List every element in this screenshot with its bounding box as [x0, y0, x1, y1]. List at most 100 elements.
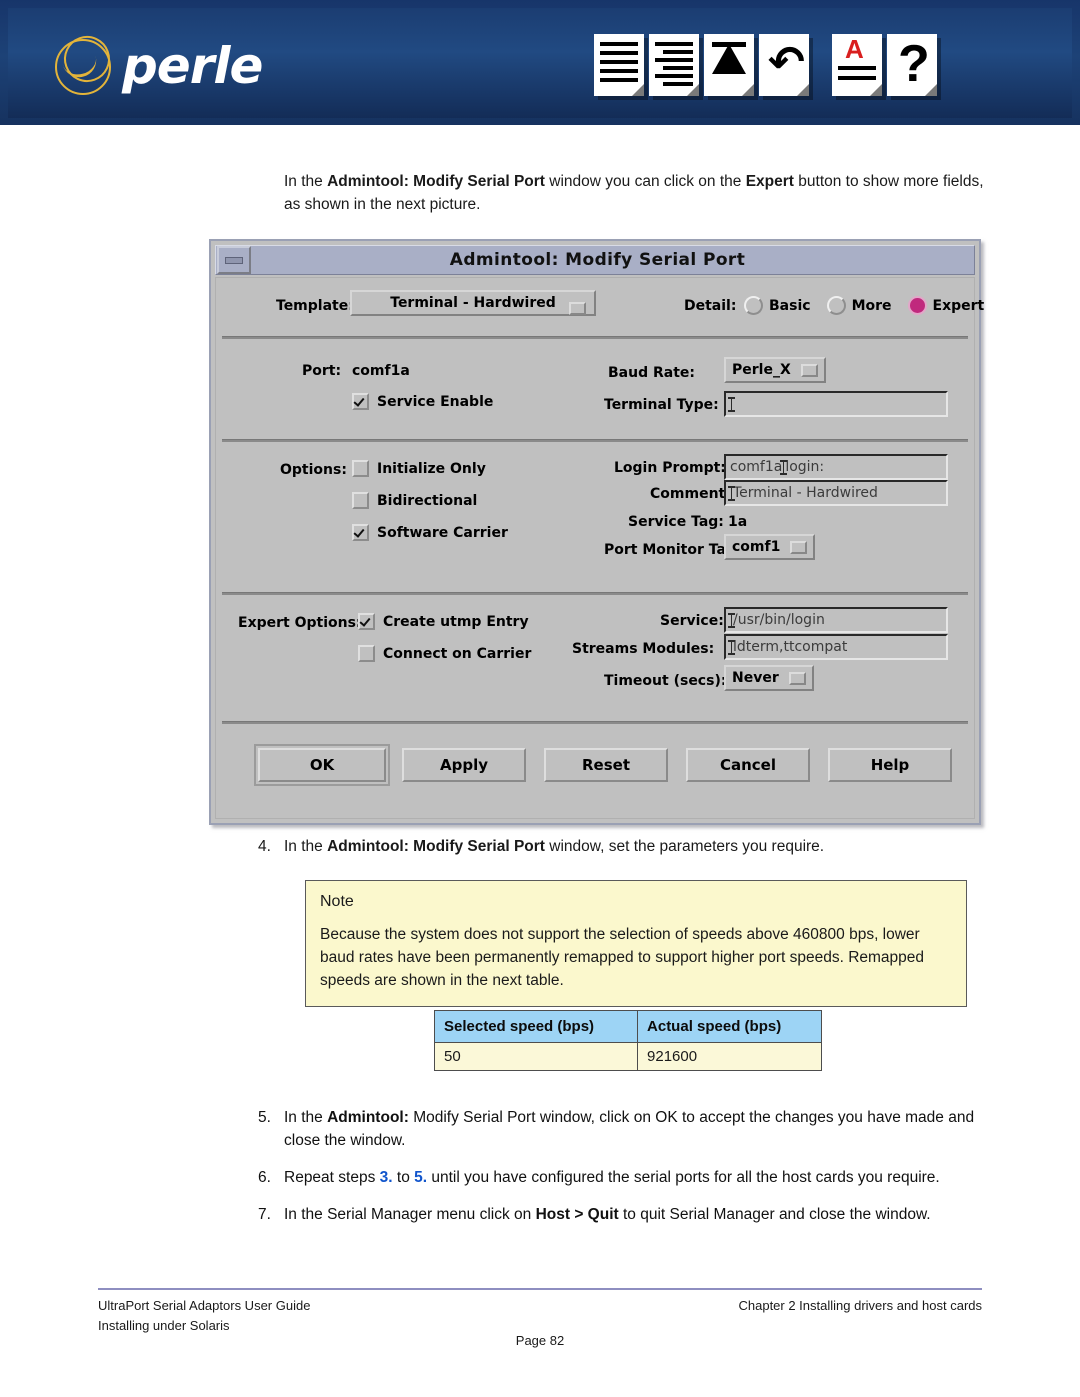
- connect-on-carrier-checkbox[interactable]: Connect on Carrier: [358, 645, 531, 662]
- template-option-menu[interactable]: Terminal - Hardwired: [350, 290, 596, 316]
- admintool-modify-serial-port-dialog: Admintool: Modify Serial Port Template: …: [209, 239, 984, 825]
- expert-options-label: Expert Options:: [238, 615, 362, 631]
- table-header-actual-speed: Actual speed (bps): [637, 1010, 822, 1043]
- detail-radio-more-label: More: [851, 297, 892, 314]
- login-prompt-value-before: comf1a: [730, 459, 783, 475]
- ok-button-face: OK: [258, 748, 386, 782]
- banner-icon-strip: ↶ A ?: [594, 34, 942, 96]
- connect-on-carrier-label: Connect on Carrier: [383, 645, 532, 662]
- chevron-down-icon: [569, 302, 586, 315]
- text-caret-icon-streams: [728, 639, 735, 655]
- detail-radio-basic[interactable]: Basic: [744, 296, 811, 315]
- perle-logo-mark-icon: [52, 29, 117, 96]
- service-tag-label: Service Tag:: [628, 514, 724, 530]
- initialize-only-checkbox[interactable]: Initialize Only: [352, 460, 486, 477]
- software-carrier-checkbox[interactable]: Software Carrier: [352, 524, 508, 541]
- step-6-ref-2: 5.: [414, 1169, 428, 1186]
- login-prompt-input[interactable]: comf1a login:: [724, 454, 948, 480]
- expert-options-section: Expert Options: Create utmp Entry Connec…: [216, 595, 974, 721]
- reset-button-label: Reset: [582, 756, 630, 774]
- detail-radio-more[interactable]: More: [826, 296, 892, 315]
- remapped-speed-table: Selected speed (bps) Actual speed (bps) …: [433, 1010, 822, 1071]
- step-6-text-c: until you have configured the serial por…: [427, 1169, 940, 1186]
- note-body: Because the system does not support the …: [320, 926, 925, 989]
- step-6-ref-1: 3.: [379, 1169, 393, 1186]
- window-menu-button[interactable]: [217, 246, 251, 274]
- template-label: Template:: [276, 298, 354, 314]
- text-caret-icon-service: [728, 612, 735, 628]
- port-section: Port: comf1a Service Enable Baud Rate: P…: [216, 339, 974, 439]
- checkbox-icon-service-enable: [352, 393, 369, 410]
- software-carrier-label: Software Carrier: [377, 524, 508, 541]
- service-enable-checkbox[interactable]: Service Enable: [352, 393, 493, 410]
- step-6-text-mid: to: [392, 1169, 415, 1186]
- service-enable-label: Service Enable: [377, 393, 494, 410]
- ok-button[interactable]: OK: [254, 744, 390, 786]
- spellcheck-document-icon: A: [832, 34, 882, 96]
- step-6-number: 6.: [258, 1169, 271, 1186]
- streams-modules-input[interactable]: ldterm,ttcompat: [724, 634, 948, 660]
- table-row: 50 921600: [433, 1042, 822, 1071]
- help-button[interactable]: Help: [828, 748, 952, 782]
- timeout-label: Timeout (secs):: [604, 673, 727, 689]
- undo-document-icon: ↶: [759, 34, 809, 96]
- dialog-titlebar: Admintool: Modify Serial Port: [215, 245, 975, 275]
- help-button-label: Help: [870, 756, 910, 774]
- intro-text-c: window you can click on the: [544, 173, 746, 190]
- step-7-number: 7.: [258, 1206, 271, 1223]
- baud-rate-value: Perle_X: [732, 362, 791, 378]
- perle-logo: perle: [52, 29, 263, 96]
- detail-radio-expert[interactable]: Expert: [907, 296, 985, 315]
- timeout-option-menu[interactable]: Never: [724, 665, 814, 691]
- text-caret-icon-login: [780, 459, 788, 475]
- service-tag-value: 1a: [728, 514, 748, 530]
- step-6: 6. Repeat steps 3. to 5. until you have …: [258, 1166, 984, 1189]
- service-value: /usr/bin/login: [733, 612, 825, 628]
- page-header-banner: perle ↶ A ?: [0, 0, 1080, 125]
- checkbox-icon-software-carrier: [352, 524, 369, 541]
- baud-rate-label: Baud Rate:: [608, 365, 695, 381]
- login-prompt-label: Login Prompt:: [614, 460, 726, 476]
- create-utmp-entry-label: Create utmp Entry: [383, 613, 529, 630]
- intro-text-d: Expert: [745, 173, 794, 190]
- dialog-title: Admintool: Modify Serial Port: [449, 250, 746, 270]
- step-7: 7. In the Serial Manager menu click on H…: [258, 1203, 984, 1226]
- step-6-text: Repeat steps 3. to 5. until you have con…: [284, 1166, 940, 1189]
- step-5-text: In the Admintool: Modify Serial Port win…: [284, 1106, 984, 1152]
- intro-paragraph: In the Admintool: Modify Serial Port win…: [284, 170, 984, 216]
- reset-button[interactable]: Reset: [544, 748, 668, 782]
- cancel-button[interactable]: Cancel: [686, 748, 810, 782]
- ok-button-label: OK: [309, 756, 335, 774]
- table-cell-actual-speed: 921600: [637, 1042, 822, 1071]
- login-prompt-value-after: login:: [785, 459, 825, 475]
- chevron-down-icon-timeout: [788, 671, 806, 685]
- step-4-number: 4.: [258, 838, 271, 855]
- help-document-icon: ?: [887, 34, 937, 96]
- step-5: 5. In the Admintool: Modify Serial Port …: [258, 1106, 984, 1152]
- step-7-text-c: to quit Serial Manager and close the win…: [618, 1206, 931, 1223]
- port-value: comf1a: [352, 363, 410, 379]
- detail-radio-basic-label: Basic: [769, 297, 811, 314]
- bidirectional-checkbox[interactable]: Bidirectional: [352, 492, 477, 509]
- port-monitor-tag-option-menu[interactable]: comf1: [724, 534, 816, 560]
- step-4-text-b: Admintool: Modify Serial Port: [327, 838, 545, 855]
- comment-label: Comment:: [650, 486, 731, 502]
- radio-icon-expert-selected: [907, 296, 927, 315]
- comment-input[interactable]: Terminal - Hardwired: [724, 480, 948, 506]
- list-document-icon: [594, 34, 644, 96]
- streams-modules-label: Streams Modules:: [572, 641, 715, 657]
- baud-rate-option-menu[interactable]: Perle_X: [724, 357, 826, 383]
- checkbox-icon-bidirectional: [352, 492, 369, 509]
- port-monitor-tag-label: Port Monitor Tag:: [604, 542, 742, 558]
- checkbox-icon-initialize-only: [352, 460, 369, 477]
- terminal-type-input[interactable]: [724, 391, 948, 417]
- detail-radio-expert-label: Expert: [932, 297, 985, 314]
- create-utmp-entry-checkbox[interactable]: Create utmp Entry: [358, 613, 529, 630]
- apply-button[interactable]: Apply: [402, 748, 526, 782]
- terminal-type-label: Terminal Type:: [604, 397, 719, 413]
- step-5-text-a: In the: [284, 1109, 328, 1126]
- apply-button-label: Apply: [439, 756, 488, 774]
- radio-icon-basic: [744, 296, 763, 315]
- step-4: 4. In the Admintool: Modify Serial Port w…: [258, 835, 984, 858]
- service-input[interactable]: /usr/bin/login: [724, 607, 948, 633]
